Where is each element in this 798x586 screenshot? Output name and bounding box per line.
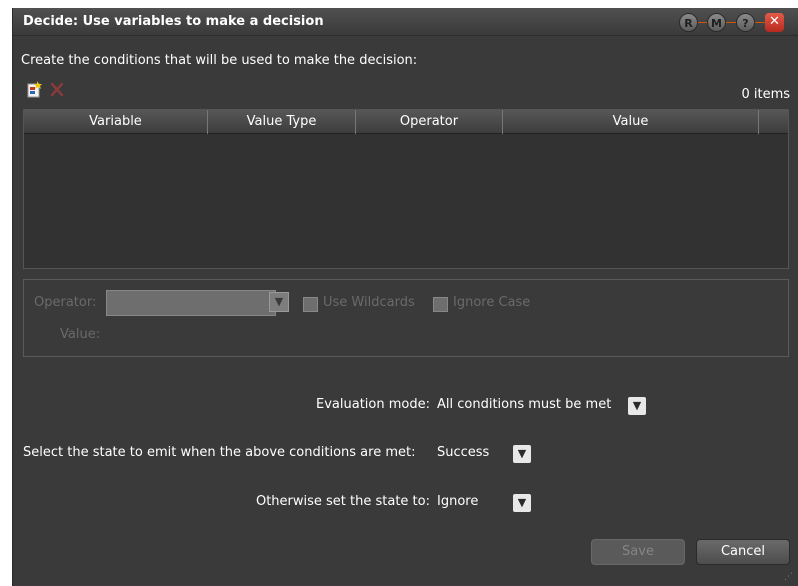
- title-bar[interactable]: Decide: Use variables to make a decision…: [13, 8, 798, 36]
- emit-state-select[interactable]: Success ▼: [433, 441, 535, 465]
- save-button[interactable]: Save: [591, 539, 685, 565]
- otherwise-state-select[interactable]: Ignore ▼: [433, 490, 535, 514]
- emit-state-label: Select the state to emit when the above …: [23, 445, 416, 460]
- resize-grip-icon[interactable]: ⋰: [784, 572, 794, 582]
- operator-select[interactable]: [106, 290, 276, 316]
- close-button[interactable]: ✕: [765, 13, 784, 32]
- conditions-table[interactable]: Variable Value Type Operator Value: [23, 109, 789, 269]
- column-header-value-type[interactable]: Value Type: [208, 110, 356, 134]
- cancel-button[interactable]: Cancel: [696, 539, 790, 565]
- decision-dialog: Decide: Use variables to make a decision…: [12, 8, 798, 586]
- column-header-filler: [759, 110, 788, 134]
- title-accent-line: [685, 22, 777, 23]
- operator-label: Operator:: [34, 295, 97, 310]
- chevron-down-icon[interactable]: ▼: [513, 494, 531, 512]
- remove-condition-icon[interactable]: [49, 80, 65, 98]
- ignore-case-label: Ignore Case: [453, 295, 531, 310]
- use-wildcards-checkbox[interactable]: [303, 297, 318, 312]
- chevron-down-icon[interactable]: ▼: [628, 397, 646, 415]
- items-count: 0 items: [741, 87, 790, 102]
- m-button[interactable]: M: [707, 13, 726, 32]
- condition-editor: Operator: ▼ Use Wildcards Ignore Case Va…: [23, 279, 789, 357]
- column-header-operator[interactable]: Operator: [356, 110, 503, 134]
- chevron-down-icon[interactable]: ▼: [513, 445, 531, 463]
- emit-state-value: Success: [437, 445, 490, 460]
- evaluation-mode-select[interactable]: All conditions must be met ▼: [433, 393, 653, 417]
- value-label: Value:: [60, 327, 101, 342]
- add-condition-icon[interactable]: [27, 80, 43, 98]
- column-header-value[interactable]: Value: [503, 110, 759, 134]
- table-header: Variable Value Type Operator Value: [24, 110, 788, 134]
- dialog-title: Decide: Use variables to make a decision: [23, 14, 324, 29]
- otherwise-state-label: Otherwise set the state to:: [255, 494, 430, 509]
- evaluation-mode-label: Evaluation mode:: [316, 397, 430, 412]
- chevron-down-icon[interactable]: ▼: [269, 292, 289, 312]
- ignore-case-checkbox[interactable]: [433, 297, 448, 312]
- r-button[interactable]: R: [679, 13, 698, 32]
- evaluation-mode-value: All conditions must be met: [437, 397, 612, 412]
- column-header-variable[interactable]: Variable: [24, 110, 208, 134]
- use-wildcards-label: Use Wildcards: [323, 295, 415, 310]
- otherwise-state-value: Ignore: [437, 494, 479, 509]
- instructions-text: Create the conditions that will be used …: [21, 53, 418, 68]
- help-button[interactable]: ?: [736, 13, 755, 32]
